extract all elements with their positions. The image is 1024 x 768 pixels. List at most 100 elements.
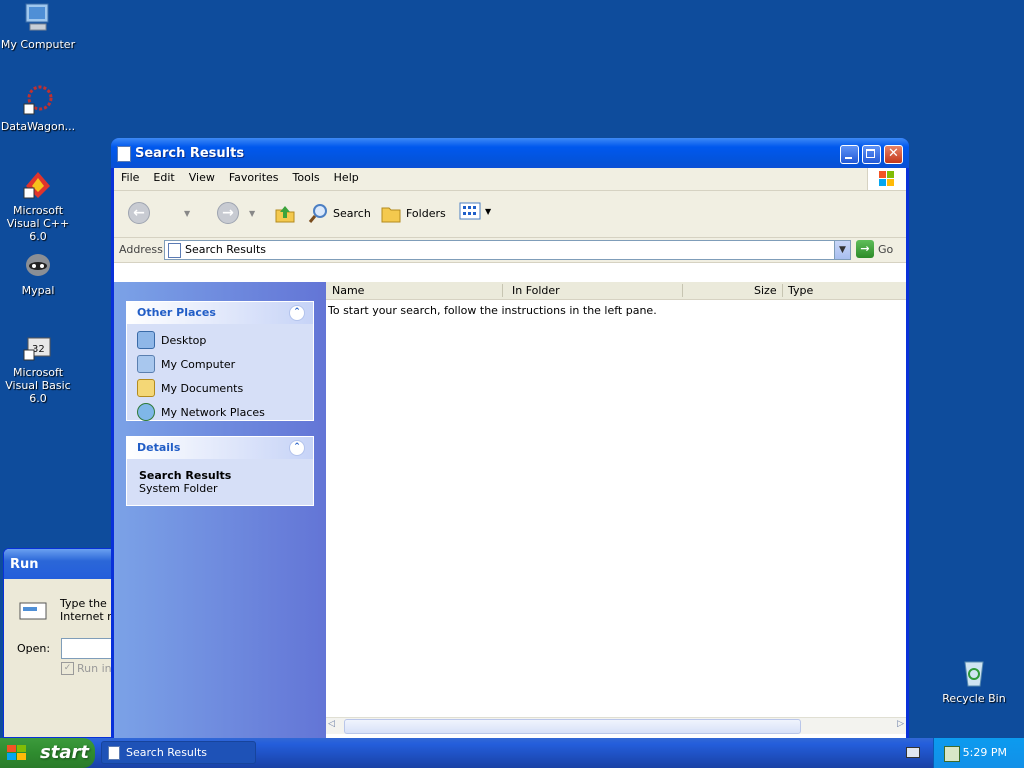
visual-basic-icon: 32 xyxy=(22,330,54,362)
datawagon-icon xyxy=(22,84,54,116)
details-title: Details xyxy=(137,441,181,454)
search-label: Search xyxy=(333,206,371,220)
network-tray-icon[interactable] xyxy=(944,746,960,762)
start-label: start xyxy=(40,742,89,763)
run-open-label: Open: xyxy=(17,642,51,655)
column-type[interactable]: Type xyxy=(788,284,813,297)
menu-tools[interactable]: Tools xyxy=(286,168,327,187)
views-dropdown-icon: ▼ xyxy=(485,206,492,216)
horizontal-scrollbar[interactable]: ◁ ▷ xyxy=(326,717,906,734)
back-arrow-icon: ← xyxy=(128,202,150,224)
address-dropdown-icon[interactable]: ▼ xyxy=(834,241,850,259)
details-header[interactable]: Details ⌃ xyxy=(127,437,313,459)
my-documents-icon xyxy=(137,379,155,397)
menu-bar: File Edit View Favorites Tools Help xyxy=(114,168,906,191)
window-folder-icon xyxy=(117,146,131,162)
maximize-icon xyxy=(866,149,875,158)
task-label: Search Results xyxy=(126,746,208,759)
details-panel: Details ⌃ Search Results System Folder xyxy=(126,436,314,506)
forward-dropdown-icon: ▼ xyxy=(249,208,256,218)
start-button[interactable]: start xyxy=(0,738,95,768)
up-folder-icon xyxy=(275,206,295,223)
column-name[interactable]: Name xyxy=(332,284,364,297)
menu-edit[interactable]: Edit xyxy=(146,168,181,187)
menu-favorites[interactable]: Favorites xyxy=(222,168,286,187)
folders-button[interactable]: Folders xyxy=(380,202,446,224)
search-button[interactable]: Search xyxy=(307,202,371,224)
task-folder-icon xyxy=(108,745,120,760)
run-title: Run xyxy=(4,549,124,579)
search-results-window: Search Results ✕ File Edit View Favorites To… xyxy=(111,138,909,738)
desktop-icon-recycle-bin[interactable]: Recycle Bin xyxy=(934,656,1014,705)
forward-arrow-icon: → xyxy=(217,202,239,224)
folders-icon xyxy=(381,207,401,223)
column-in-folder[interactable]: In Folder xyxy=(512,284,560,297)
scroll-left-icon[interactable]: ◁ xyxy=(328,719,335,729)
other-places-header[interactable]: Other Places ⌃ xyxy=(127,302,313,324)
computer-icon xyxy=(22,2,54,34)
close-icon: ✕ xyxy=(888,146,899,161)
desktop-icon-my-computer[interactable]: My Computer xyxy=(0,2,78,51)
go-button[interactable]: → Go xyxy=(856,240,893,258)
my-computer-icon xyxy=(137,355,155,373)
windows-logo-icon xyxy=(867,168,906,190)
back-button[interactable]: ← ▼ xyxy=(128,202,190,224)
toolbar: ← ▼ → ▼ Search Folders ▼ xyxy=(114,191,906,238)
up-folder-button[interactable] xyxy=(274,202,296,224)
menu-file[interactable]: File xyxy=(114,168,146,187)
address-input[interactable]: Search Results ▼ xyxy=(164,240,851,260)
views-button[interactable]: ▼ xyxy=(459,202,491,220)
collapse-chevron-icon[interactable]: ⌃ xyxy=(289,440,305,456)
desktop-icon-visual-cpp[interactable]: Microsoft Visual C++ 6.0 xyxy=(0,168,78,243)
place-my-computer[interactable]: My Computer xyxy=(127,352,313,376)
go-label: Go xyxy=(878,242,894,256)
taskbar: start Search Results 5:29 PM xyxy=(0,738,1024,768)
place-my-network-places-label: My Network Places xyxy=(161,405,265,419)
address-label: Address xyxy=(119,243,163,256)
run-dialog: Run Type the n Internet re Open: ✓ Run i… xyxy=(3,548,125,738)
visual-cpp-icon xyxy=(22,168,54,200)
desktop-icon xyxy=(137,331,155,349)
maximize-button[interactable] xyxy=(862,145,881,164)
desktop-icon-visual-basic[interactable]: 32 Microsoft Visual Basic 6.0 xyxy=(0,330,78,405)
scroll-right-icon[interactable]: ▷ xyxy=(897,719,904,729)
other-places-panel: Other Places ⌃ Desktop My Computer My Do… xyxy=(126,301,314,421)
taskbar-item-search-results[interactable]: Search Results xyxy=(101,741,256,764)
collapse-chevron-icon[interactable]: ⌃ xyxy=(289,305,305,321)
results-pane: Name In Folder Size Type To start your s… xyxy=(326,282,906,738)
details-type: System Folder xyxy=(139,482,218,495)
network-places-icon xyxy=(137,403,155,421)
close-button[interactable]: ✕ xyxy=(884,145,903,164)
run-description-line1: Type the n xyxy=(60,597,118,610)
run-description-line2: Internet re xyxy=(60,610,119,623)
raccoon-icon xyxy=(22,248,54,280)
window-title: Search Results xyxy=(135,146,245,161)
empty-message: To start your search, follow the instruc… xyxy=(328,304,657,317)
system-tray: 5:29 PM xyxy=(933,738,1024,768)
folders-label: Folders xyxy=(406,206,446,220)
address-folder-icon xyxy=(168,243,181,258)
window-titlebar[interactable]: Search Results ✕ xyxy=(111,138,909,168)
place-desktop[interactable]: Desktop xyxy=(127,328,313,352)
place-my-documents[interactable]: My Documents xyxy=(127,376,313,400)
place-my-computer-label: My Computer xyxy=(161,357,236,371)
place-my-documents-label: My Documents xyxy=(161,381,244,395)
recycle-bin-icon xyxy=(958,656,990,688)
clock[interactable]: 5:29 PM xyxy=(963,746,1007,759)
column-size[interactable]: Size xyxy=(754,284,777,297)
forward-button[interactable]: → ▼ xyxy=(217,202,255,224)
place-my-network-places[interactable]: My Network Places xyxy=(127,400,313,424)
minimize-button[interactable] xyxy=(840,145,859,164)
scroll-thumb[interactable] xyxy=(344,719,801,734)
keyboard-icon[interactable] xyxy=(906,747,920,758)
desktop-icon-mypal[interactable]: Mypal xyxy=(0,248,78,297)
back-dropdown-icon: ▼ xyxy=(184,208,191,218)
menu-help[interactable]: Help xyxy=(327,168,366,187)
desktop-icon-datawagon[interactable]: DataWagon... xyxy=(0,84,78,133)
details-name: Search Results xyxy=(139,469,232,482)
windows-flag-icon xyxy=(7,745,26,760)
menu-view[interactable]: View xyxy=(182,168,222,187)
other-places-title: Other Places xyxy=(137,306,216,319)
go-arrow-icon: → xyxy=(856,240,874,258)
views-grid-icon xyxy=(459,202,481,220)
